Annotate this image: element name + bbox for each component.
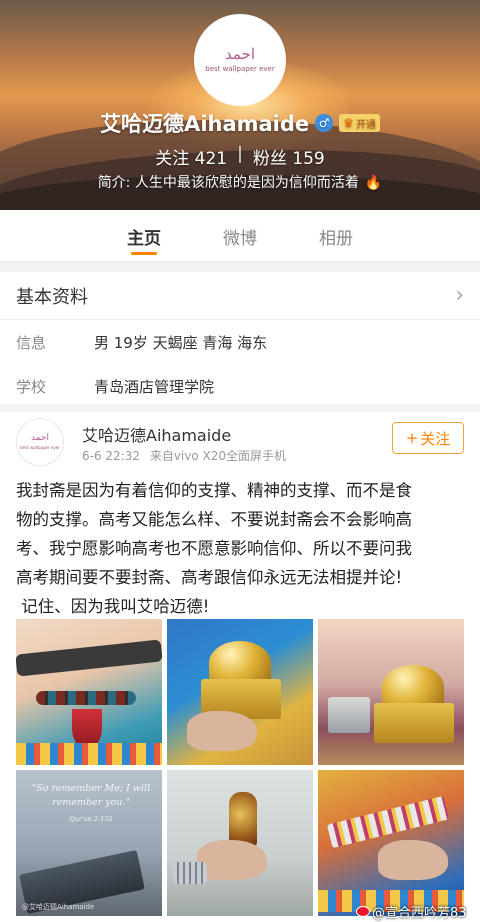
basic-info-header[interactable]: 基本资料 › — [0, 272, 480, 320]
mosque-model-base — [374, 703, 454, 743]
post-text: 我封斋是因为有着信仰的支撑、精神的支撑、而不是食 物的支撑。高考又能怎么样、不要… — [16, 476, 468, 621]
post-text-line: 高考期间要不要封斋、高考跟信仰永远无法相提并论! — [16, 568, 403, 587]
post-photo-5[interactable] — [167, 770, 313, 916]
profile-header: احمد best wallpaper ever 艾哈迈德Aihamaide ♂… — [0, 0, 480, 210]
avatar-arabic-text: احمد — [225, 45, 255, 63]
avatar-subtitle: best wallpaper ever — [205, 65, 275, 73]
quote-reference: Qur'an 2:152 — [69, 815, 113, 823]
post-text-line: 记住、因为我叫艾哈迈德! — [16, 597, 210, 616]
info-row: 信息 男 19岁 天蝎座 青海 海东 — [16, 320, 464, 364]
post-source[interactable]: 来自vivo X20全面屏手机 — [150, 449, 286, 463]
post-photo-6[interactable] — [318, 770, 464, 916]
avatar-subtitle: best wallpaper ever — [20, 445, 60, 450]
prayer-beads — [36, 691, 136, 705]
bio-text: 简介: 人生中最该欣慰的是因为信仰而活着 — [97, 175, 359, 191]
follow-stats: 关注 421 | 粉丝 159 — [0, 144, 480, 169]
basic-info-title: 基本资料 — [16, 286, 88, 308]
section-divider — [0, 262, 480, 272]
male-gender-icon: ♂ — [315, 114, 334, 132]
weibo-logo-icon — [356, 906, 370, 917]
followers-count: 159 — [292, 149, 325, 169]
weibo-watermark: @宣合西吟芳83 — [356, 902, 467, 921]
tab-home[interactable]: 主页 — [120, 210, 168, 261]
flame-icon: 🔥 — [364, 175, 383, 191]
post-text-line: 我封斋是因为有着信仰的支撑、精神的支撑、而不是食 — [16, 481, 412, 500]
chevron-right-icon: › — [455, 283, 464, 308]
miswak-sticks — [326, 795, 450, 849]
quote-text: "So remember Me; I will remember you." — [31, 783, 151, 808]
hand — [378, 840, 448, 880]
follow-button[interactable]: + 关注 — [392, 422, 464, 454]
tab-album[interactable]: 相册 — [312, 210, 360, 261]
avatar-arabic-text: احمد — [31, 433, 49, 443]
watermark-text: @宣合西吟芳83 — [372, 906, 467, 921]
school-value: 青岛酒店管理学院 — [94, 377, 215, 396]
rug-pattern — [16, 743, 162, 765]
post-text-line: 考、我宁愿影响高考也不愿意影响信仰、所以不要问我 — [16, 539, 412, 558]
section-divider — [0, 404, 480, 412]
post-text-line: 物的支撑。高考又能怎么样、不要说封斋会不会影响高 — [16, 510, 412, 529]
vip-badge-label: 开通 — [355, 119, 376, 131]
profile-bio: 简介: 人生中最该欣慰的是因为信仰而活着 🔥 — [0, 172, 480, 192]
quran-quote: "So remember Me; I will remember you." Q… — [26, 782, 156, 826]
post-photo-3[interactable] — [318, 619, 464, 765]
post-photo-1[interactable] — [16, 619, 162, 765]
post-author-name[interactable]: 艾哈迈德Aihamaide — [82, 422, 231, 446]
following-stat[interactable]: 关注 421 — [155, 144, 227, 169]
perfume-box — [328, 697, 370, 733]
crown-icon: ♛ — [343, 116, 354, 130]
post-photo-2[interactable] — [167, 619, 313, 765]
hand — [187, 711, 257, 751]
followers-stat[interactable]: 粉丝 159 — [253, 144, 325, 169]
tab-weibo[interactable]: 微博 — [216, 210, 264, 261]
info-value: 男 19岁 天蝎座 青海 海东 — [94, 333, 268, 352]
profile-name: 艾哈迈德Aihamaide — [100, 112, 310, 136]
following-label: 关注 — [155, 149, 190, 169]
plus-icon: + — [405, 429, 419, 447]
profile-tabs: 主页 微博 相册 — [0, 210, 480, 262]
profile-name-row: 艾哈迈德Aihamaide ♂ ♛ 开通 — [0, 108, 480, 138]
post-author-avatar[interactable]: احمد best wallpaper ever — [16, 418, 64, 466]
post-meta: 6-6 22:32 来自vivo X20全面屏手机 — [82, 447, 286, 464]
school-key: 学校 — [16, 377, 47, 396]
bracelet-band — [16, 639, 162, 677]
post-photo-4[interactable]: "So remember Me; I will remember you." Q… — [16, 770, 162, 916]
info-key: 信息 — [16, 333, 47, 352]
follow-button-label: 关注 — [420, 429, 451, 448]
post-time: 6-6 22:32 — [82, 449, 140, 463]
hand — [197, 840, 267, 880]
photo-watermark: @艾哈迈德Aihamaide — [22, 903, 95, 911]
avatar[interactable]: احمد best wallpaper ever — [194, 14, 286, 106]
following-count: 421 — [194, 149, 228, 169]
followers-label: 粉丝 — [252, 149, 287, 169]
school-row: 学校 青岛酒店管理学院 — [16, 364, 464, 408]
stats-separator: | — [237, 144, 243, 164]
wristwatch — [173, 862, 207, 884]
vip-badge[interactable]: ♛ 开通 — [339, 114, 380, 132]
